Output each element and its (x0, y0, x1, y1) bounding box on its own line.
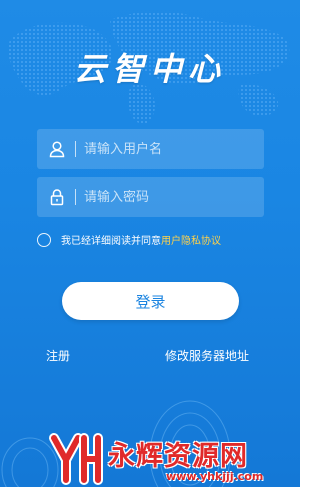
watermark-logo-icon (49, 433, 103, 485)
username-field[interactable] (37, 129, 264, 169)
password-field[interactable] (37, 177, 264, 217)
password-input[interactable] (84, 189, 264, 205)
login-screen: 云智中心 我已经详细阅读并同意 用户隐私协议 登录 注册 修改服务器地址 (0, 0, 300, 487)
field-divider (75, 189, 76, 205)
watermark: 永辉资源网 www.yhkjjj.com (46, 430, 296, 486)
lock-icon (47, 187, 67, 207)
field-divider (75, 141, 76, 157)
agreement-text: 我已经详细阅读并同意 (61, 236, 161, 247)
login-button[interactable]: 登录 (62, 282, 239, 320)
user-icon (47, 139, 67, 159)
privacy-policy-link[interactable]: 用户隐私协议 (161, 232, 221, 247)
watermark-url: www.yhkjjj.com (166, 470, 264, 483)
app-title: 云智中心 (73, 50, 226, 88)
radio-unchecked-icon[interactable] (37, 232, 51, 247)
username-input[interactable] (84, 141, 264, 157)
agreement-row: 我已经详细阅读并同意 用户隐私协议 (37, 232, 221, 247)
watermark-name: 永辉资源网 (108, 441, 248, 472)
